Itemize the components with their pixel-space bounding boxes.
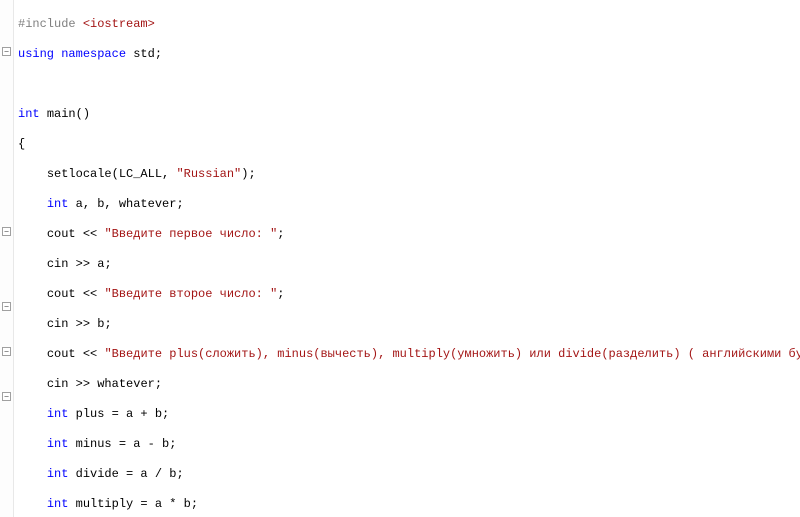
fold-if-multiply[interactable]: − <box>2 392 11 401</box>
code-line: cout << "Введите второе число: "; <box>18 287 800 302</box>
code-line: using namespace std; <box>18 47 800 62</box>
code-line: #include <iostream> <box>18 17 800 32</box>
code-line: int divide = a / b; <box>18 467 800 482</box>
code-line: cout << "Введите plus(сложить), minus(вы… <box>18 347 800 362</box>
code-line: { <box>18 137 800 152</box>
fold-if-plus[interactable]: − <box>2 227 11 236</box>
fold-main[interactable]: − <box>2 47 11 56</box>
code-line <box>18 77 800 92</box>
code-line: cin >> b; <box>18 317 800 332</box>
code-line: int main() <box>18 107 800 122</box>
fold-if-divide[interactable]: − <box>2 347 11 356</box>
fold-gutter: − − − − − <box>0 0 14 517</box>
include-header: <iostream> <box>83 17 155 31</box>
preproc: #include <box>18 17 76 31</box>
code-line: int plus = a + b; <box>18 407 800 422</box>
code-line: setlocale(LC_ALL, "Russian"); <box>18 167 800 182</box>
code-line: cin >> a; <box>18 257 800 272</box>
code-editor[interactable]: #include <iostream> using namespace std;… <box>14 0 800 517</box>
code-line: int a, b, whatever; <box>18 197 800 212</box>
code-line: int multiply = a * b; <box>18 497 800 512</box>
fold-if-minus[interactable]: − <box>2 302 11 311</box>
code-line: cout << "Введите первое число: "; <box>18 227 800 242</box>
code-line: int minus = a - b; <box>18 437 800 452</box>
code-line: cin >> whatever; <box>18 377 800 392</box>
